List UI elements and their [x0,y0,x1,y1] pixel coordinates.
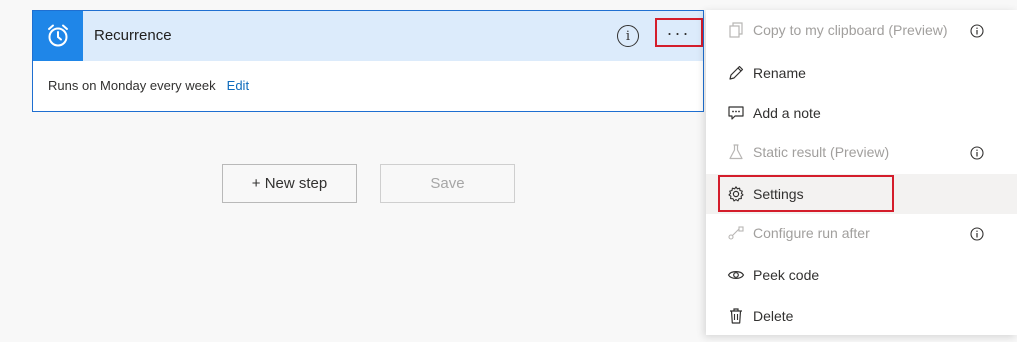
menu-item-add-note[interactable]: Add a note [706,93,1017,133]
edit-link[interactable]: Edit [227,78,249,93]
card-header[interactable]: Recurrence i ... [33,11,703,61]
menu-item-label: Settings [753,186,804,202]
menu-item-rename[interactable]: Rename [706,53,1017,93]
menu-item-label: Peek code [753,267,820,283]
menu-item-label: Rename [753,65,806,81]
menu-item-delete[interactable]: Delete [706,296,1017,336]
context-menu: Copy to my clipboard (Preview) Rename Ad… [706,10,1017,335]
card-body: Runs on Monday every week Edit [48,78,249,93]
menu-item-label: Copy to my clipboard (Preview) [753,22,948,38]
run-after-icon [728,226,744,240]
alarm-clock-icon [33,11,83,61]
copy-icon [729,22,743,38]
menu-item-label: Add a note [753,105,821,121]
comment-icon [728,106,744,120]
new-step-button[interactable]: + New step [222,164,357,203]
menu-item-settings[interactable]: Settings [706,174,1017,214]
schedule-description: Runs on Monday every week [48,78,216,93]
save-button[interactable]: Save [380,164,515,203]
menu-item-copy-to-clipboard[interactable]: Copy to my clipboard (Preview) [706,10,1017,50]
menu-item-label: Configure run after [753,225,870,241]
info-icon[interactable] [970,146,984,160]
recurrence-trigger-card[interactable]: Recurrence i ... Runs on Monday every we… [32,10,704,112]
trash-icon [730,308,742,324]
ellipsis-icon: ... [666,19,691,39]
info-icon[interactable] [970,24,984,38]
menu-item-label: Static result (Preview) [753,144,890,160]
info-icon[interactable] [970,227,984,241]
flask-icon [729,144,743,160]
menu-item-static-result[interactable]: Static result (Preview) [706,132,1017,172]
menu-item-label: Delete [753,308,794,324]
info-icon[interactable]: i [617,25,639,47]
info-glyph: i [625,28,631,44]
eye-icon [727,271,745,279]
card-title: Recurrence [94,27,172,44]
pencil-icon [729,65,744,80]
more-options-button[interactable]: ... [655,18,703,47]
menu-item-peek-code[interactable]: Peek code [706,255,1017,295]
menu-item-configure-run-after[interactable]: Configure run after [706,213,1017,253]
gear-icon [728,186,744,202]
